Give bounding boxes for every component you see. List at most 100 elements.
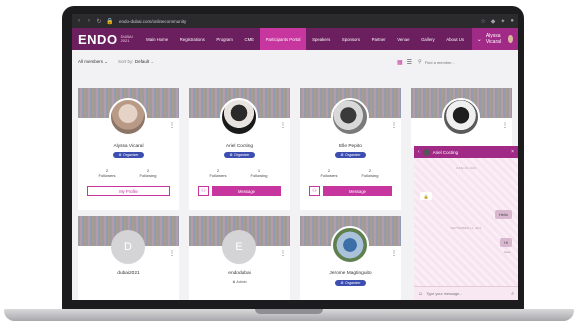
member-card[interactable]: ⋮ Jerome Magtinguito ⚙ Organizer — [300, 216, 401, 300]
extension-icon[interactable]: ◆ — [491, 18, 496, 25]
more-options-icon[interactable]: ⋮ — [502, 122, 508, 129]
member-name: Ariel Cocting — [225, 144, 254, 149]
following-stat[interactable]: 1 Following — [244, 168, 274, 178]
member-card[interactable]: E ⋮ endodubai ♛ Admin — [189, 216, 290, 300]
list-view-icon[interactable]: ☰ — [407, 59, 412, 66]
chat-panel: ‹ Ariel Cocting × JUNE 29, 2021 🔒 Hello … — [414, 146, 518, 300]
more-options-icon[interactable]: ⋮ — [391, 250, 397, 257]
nav-program[interactable]: Program — [211, 28, 239, 50]
following-label: Following — [139, 173, 157, 178]
logo-subtext: DUBAI 2021 — [120, 34, 133, 44]
following-stat[interactable]: 2 Following — [355, 168, 385, 178]
logo-sub-2: 2021 — [120, 38, 130, 43]
chat-input-bar: ☺ ⌕ — [414, 286, 518, 300]
user-name: Alyssa Vicaral — [485, 33, 502, 45]
add-friend-button[interactable]: ⚇ — [198, 186, 209, 196]
admin-label: Admin — [236, 280, 247, 284]
close-icon[interactable]: × — [511, 149, 514, 155]
member-photo — [220, 98, 258, 136]
attach-icon[interactable]: ⌕ — [511, 291, 514, 297]
nav-sponsors[interactable]: Sponsors — [336, 28, 366, 50]
message-button[interactable]: Message — [323, 186, 392, 196]
laptop-frame: ‹ › ↻ 🔒 endo-dubai.com/onlinecommunity ☆… — [0, 0, 578, 329]
nav-speakers[interactable]: Speakers — [306, 28, 336, 50]
nav-registrations[interactable]: Registrations — [174, 28, 211, 50]
nav-gallery[interactable]: Gallery — [415, 28, 440, 50]
role-badge: ⚙ Organizer — [335, 280, 366, 286]
member-card[interactable]: D ⋮ dubai2021 — [78, 216, 179, 300]
view-toggle: ▦ ☰ — [397, 59, 412, 66]
back-icon[interactable]: ‹ — [76, 18, 82, 24]
puzzle-icon[interactable]: ✦ — [500, 18, 505, 25]
profile-icon[interactable]: ● — [510, 18, 514, 25]
following-stat[interactable]: 2 Following — [133, 168, 163, 178]
chevron-down-icon: ⌄ — [476, 36, 482, 43]
main-nav: Main Home Registrations Program CME Part… — [140, 28, 469, 50]
chat-timestamp: JUNE 29, 2021 — [455, 166, 477, 170]
nav-partner[interactable]: Partner — [366, 28, 392, 50]
logo-text: ENDO — [78, 31, 118, 47]
member-card[interactable]: ⋮ Alyssa Vicaral ⚙ Organizer 2 Followers 2… — [78, 88, 179, 210]
badge-icon: ⚙ — [340, 153, 344, 157]
chat-header: ‹ Ariel Cocting × — [414, 146, 518, 158]
nav-main-home[interactable]: Main Home — [140, 28, 174, 50]
badge-label: Organizer — [345, 281, 361, 285]
grid-view-icon[interactable]: ▦ — [397, 59, 403, 66]
member-search: ⚲ — [418, 57, 512, 67]
role-badge: ⚙ Organizer — [113, 152, 144, 158]
followers-stat[interactable]: 2 Followers — [92, 168, 122, 178]
member-initial-avatar: D — [111, 230, 145, 264]
following-label: Following — [361, 173, 379, 178]
nav-venue[interactable]: Venue — [391, 28, 415, 50]
address-bar[interactable]: endo-dubai.com/onlinecommunity — [119, 19, 186, 24]
reload-icon[interactable]: ↻ — [96, 18, 102, 25]
more-options-icon[interactable]: ⋮ — [280, 250, 286, 257]
member-photo — [331, 98, 369, 136]
nav-cme[interactable]: CME — [239, 28, 260, 50]
followers-stat[interactable]: 2 Followers — [314, 168, 344, 178]
more-options-icon[interactable]: ⋮ — [169, 250, 175, 257]
followers-label: Followers — [209, 173, 227, 178]
user-menu[interactable]: ⌄ Alyssa Vicaral — [471, 28, 518, 50]
badge-label: Organizer — [123, 153, 139, 157]
member-card[interactable]: ⋮ — [411, 88, 512, 148]
screen: ‹ › ↻ 🔒 endo-dubai.com/onlinecommunity ☆… — [72, 14, 518, 300]
sort-value: Default — [134, 59, 150, 64]
more-options-icon[interactable]: ⋮ — [169, 122, 175, 129]
member-name: Jerome Magtinguito — [329, 271, 372, 276]
emoji-icon[interactable]: ☺ — [418, 291, 423, 297]
add-user-icon: ⚇ — [312, 188, 317, 194]
badge-icon: ⚙ — [118, 153, 122, 157]
message-button[interactable]: Message — [212, 186, 281, 196]
add-friend-button[interactable]: ⚇ — [309, 186, 320, 196]
browser-extension-icons: ☆ ◆ ✦ ● — [480, 18, 514, 25]
all-members-dropdown[interactable]: All members ⌄ — [78, 59, 108, 65]
member-card[interactable]: ⋮ Ariel Cocting ⚙ Organizer 2 Followers 1F… — [189, 88, 290, 210]
following-label: Following — [250, 173, 268, 178]
member-initial-avatar: E — [222, 230, 256, 264]
nav-participants-portal[interactable]: Participants Portal — [259, 28, 307, 50]
nav-about-us[interactable]: About Us — [441, 28, 470, 50]
member-name: dubai2021 — [117, 271, 140, 276]
chat-contact-avatar — [422, 148, 430, 156]
message-bubble-outgoing: Hi — [500, 238, 512, 247]
add-user-icon: ⚇ — [201, 188, 206, 194]
message-bubble-incoming: 🔒 — [420, 192, 432, 200]
followers-stat[interactable]: 2 Followers — [203, 168, 233, 178]
member-card[interactable]: ⋮ Elle Pepito ⚙ Organizer 2 Followers 2 Fol… — [300, 88, 401, 210]
member-photo — [331, 226, 369, 264]
forward-icon[interactable]: › — [86, 18, 92, 24]
more-options-icon[interactable]: ⋮ — [280, 122, 286, 129]
site-logo[interactable]: ENDO DUBAI 2021 — [72, 32, 140, 47]
sort-dropdown[interactable]: Sort by: Default ⌄ — [118, 59, 154, 65]
chat-back-icon[interactable]: ‹ — [418, 149, 420, 155]
chat-message-input[interactable] — [426, 291, 509, 296]
member-name: Elle Pepito — [339, 144, 362, 149]
site-header: ENDO DUBAI 2021 Main Home Registrations … — [72, 28, 518, 50]
my-profile-button[interactable]: My Profile — [87, 186, 170, 196]
more-options-icon[interactable]: ⋮ — [391, 122, 397, 129]
followers-label: Followers — [98, 173, 116, 178]
star-icon[interactable]: ☆ — [480, 18, 485, 25]
browser-bar: ‹ › ↻ 🔒 endo-dubai.com/onlinecommunity ☆… — [72, 14, 518, 28]
search-input[interactable] — [424, 59, 505, 65]
